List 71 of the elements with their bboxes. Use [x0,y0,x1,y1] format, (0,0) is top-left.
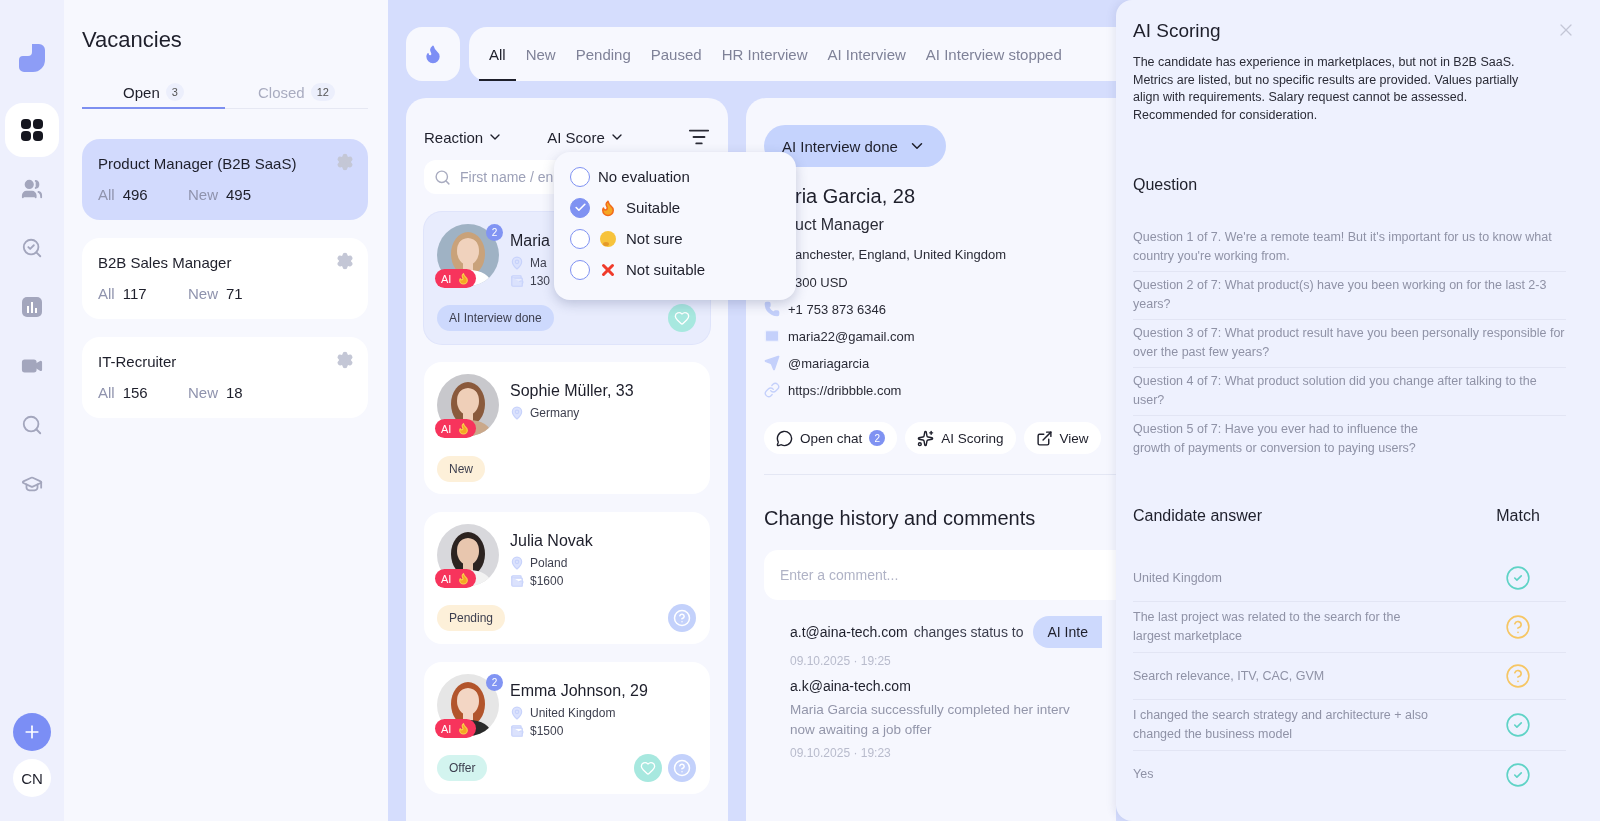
stat-label: All [98,384,115,401]
status-pill: AI Inte [1033,616,1102,648]
answer-text: United Kingdom [1133,569,1222,587]
section-title: Question [1133,176,1199,194]
vacancy-title: B2B Sales Manager [98,253,233,273]
answer-text: The last project was related to the search for the largest marketplace [1133,609,1402,645]
candidate-location: Ma [530,256,547,270]
candidate-name: Emma Johnson, 29 [510,682,648,700]
question-text: Question 1 of 7. We're a remote team! But it's important for us to know what country you're working from. [1133,224,1566,272]
candidate-location: Poland [530,556,568,570]
count-badge: 2 [486,674,503,691]
question-text: Question 5 of 7: Have you ever had to influence the growth of payments or conversion to paying users? [1133,421,1419,457]
count-badge: 2 [486,224,503,241]
history-time: 09.10.2025 · 19:23 [790,746,892,760]
ai-badge: AI [435,269,477,288]
history-time: 09.10.2025 · 19:25 [790,654,892,668]
candidate-role: uct Manager [795,216,885,234]
stat-label: All [98,285,115,302]
ai-badge: AI [435,419,477,438]
candidate-name: Maria [510,232,551,250]
ai-badge: AI [435,719,477,738]
column-header: Candidate answer [1133,507,1263,526]
candidate-salary: 130 [530,274,551,288]
stat-value: 117 [122,285,147,302]
count-badge: 3 [165,83,184,101]
candidate-name: Sophie Müller, 33 [510,382,634,400]
candidate-salary: $1600 [530,574,564,588]
contact-value: +1 753 873 6346 [788,301,886,317]
status-pill: AI Interview done [437,305,554,331]
candidate-location: anchester, England, United Kingdom [795,247,1008,262]
answer-text: Yes [1133,766,1154,783]
status-pill: Offer [437,755,488,781]
answer-text: Search relevance, ITV, CAC, GVM [1133,667,1325,685]
question-text: Question 4 of 7: What product solution did you change after talking to the user? [1133,368,1566,416]
vacancy-title: Product Manager (B2B SaaS) [98,154,298,174]
history-author: a.t@aina-tech.com [790,624,908,640]
count-badge: 12 [310,83,335,101]
candidate-location: United Kingdom [530,706,616,720]
candidate-name: ria Garcia, 28 [795,185,917,208]
count-badge: 2 [869,430,886,446]
answer-text: I changed the search strategy and architecture + also changed the business model [1133,707,1429,743]
ai-badge: AI [435,569,477,588]
section-title: Change history and comments [764,507,1037,530]
candidate-salary: 300 USD [795,275,849,290]
stat-value: 495 [226,186,252,203]
panel-title: AI Scoring [1133,20,1222,42]
summary-text: The candidate has experience in marketplaces, but not in B2B SaaS. Metrics are listed, but no specific results are provided. Values partially align with requirements. Salary request cannot be assessed. Recommended for consideration. [1133,54,1520,124]
contact-value: @mariagarcia [788,355,870,371]
question-text: Question 3 of 7: What product result have you been personally responsible for over the past few years? [1133,320,1566,368]
stat-label: All [98,186,115,203]
contact-value: https://dribbble.com [788,382,902,398]
stat-label: New [188,186,218,203]
candidate-name: Julia Novak [510,532,593,550]
candidate-location: Germany [530,406,580,420]
question-text: Question 2 of 7: What product(s) have you been working on for the last 2-3 years? [1133,272,1566,320]
stat-value: 496 [122,186,148,203]
status-pill: New [437,456,485,482]
stat-label: New [188,285,218,302]
status-pill: Pending [437,605,506,631]
stat-label: New [188,384,218,401]
candidate-salary: $1500 [530,724,564,738]
history-text: changes status to [913,624,1024,640]
stat-value: 156 [122,384,148,401]
contact-value: maria22@gamail.com [788,328,915,344]
stat-value: 71 [226,285,243,302]
page-title: Vacancies [82,27,183,53]
vacancy-title: IT-Recruiter [98,352,178,372]
comment-text: Maria Garcia successfully completed her interv now awaiting a job offer [790,701,1071,739]
stat-value: 18 [226,384,243,401]
column-header: Match [1495,507,1541,526]
history-author: a.k@aina-tech.com [790,678,911,694]
